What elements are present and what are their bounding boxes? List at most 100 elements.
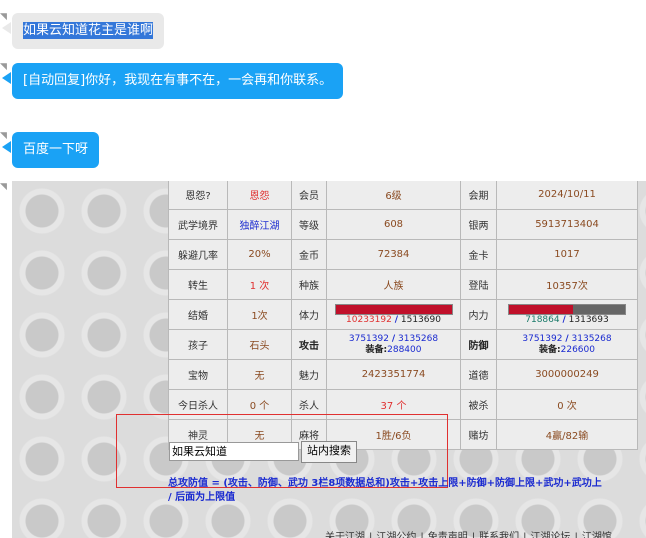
stat-value: 5913713404 <box>496 209 638 240</box>
chat-message-text: 百度一下呀 <box>23 142 89 157</box>
bubble-tail <box>2 141 11 153</box>
stat-label: 种族 <box>291 269 327 300</box>
shared-screenshot-image[interactable]: 恩怨? 恩怨 会员 6级 会期 2024/10/11 武学境界 独醉江湖 等级 608 银两 5913… <box>12 181 646 538</box>
chat-message-text: [自动回复]你好，我现在有事不在，一会再和你联系。 <box>23 73 333 88</box>
footer-separator: | <box>369 532 373 538</box>
attack-max: 3135268 <box>398 333 439 344</box>
stat-value: 10357次 <box>496 269 638 300</box>
bubble-tail <box>2 22 11 34</box>
attack-label: 攻击 <box>291 329 327 360</box>
stat-value: 2024/10/11 <box>496 181 638 210</box>
mp-max: 1313693 <box>568 314 609 325</box>
stat-value: 2423351774 <box>326 359 461 390</box>
mp-separator: / <box>562 314 566 325</box>
footer-link[interactable]: 关于江湖 <box>325 532 365 538</box>
stat-value: 1017 <box>496 239 638 270</box>
footer-separator: | <box>471 532 476 538</box>
table-row: 宝物无魅力 2423351774 道德 3000000249 <box>168 359 638 390</box>
table-row: 恩怨? 恩怨 会员 6级 会期 2024/10/11 <box>168 181 638 210</box>
hp-current: 10233192 <box>346 314 392 325</box>
mp-label: 内力 <box>460 299 497 330</box>
stat-label: 宝物 <box>168 359 228 390</box>
stat-value: 4赢/82输 <box>496 419 638 450</box>
formula-note: / 后面为上限值 <box>168 492 236 503</box>
stat-label: 银两 <box>460 209 497 240</box>
stat-value: 1 次 <box>227 269 292 300</box>
stat-label: 转生 <box>168 269 228 300</box>
footer-link[interactable]: 免责声明 <box>428 532 468 538</box>
site-search-button[interactable]: 站内搜索 <box>301 441 357 463</box>
mp-bar-empty <box>572 304 625 314</box>
formula-line: 总攻防值 = (攻击、防御、武功 3栏8项数据总和)攻击+攻击上限+防御+防御上… <box>168 478 602 489</box>
stat-label: 赌坊 <box>460 419 497 450</box>
footer-link[interactable]: 江湖论坛 <box>531 532 571 538</box>
stat-value: 无 <box>227 359 292 390</box>
chat-message-bubble[interactable]: 百度一下呀 <box>12 132 100 168</box>
bubble-tail <box>2 72 11 84</box>
stat-value: 恩怨 <box>227 181 292 210</box>
stat-label: 等级 <box>291 209 327 240</box>
stat-label: 躲避几率 <box>168 239 228 270</box>
stat-label: 魅力 <box>291 359 327 390</box>
attack-separator: / <box>391 333 396 344</box>
stat-value: 20% <box>227 239 292 270</box>
chat-message-bubble[interactable]: 如果云知道花主是谁啊 <box>12 13 165 49</box>
table-row: 孩子 石头 攻击 3751392 / 3135268 装备:288400 防御 … <box>168 329 638 360</box>
child-label: 孩子 <box>168 329 228 360</box>
stat-label: 会期 <box>460 181 497 210</box>
chat-message-bubble[interactable]: [自动回复]你好，我现在有事不在，一会再和你联系。 <box>12 63 344 99</box>
child-value: 石头 <box>227 329 292 360</box>
formula-text: 总攻防值 = (攻击、防御、武功 3栏8项数据总和)攻击+攻击上限+防御+防御上… <box>168 477 646 505</box>
footer-separator: | <box>523 532 527 538</box>
footer-separator: | <box>574 532 578 538</box>
footer-link[interactable]: 联系我们 <box>479 532 519 538</box>
hp-separator: / <box>394 314 398 325</box>
attack-equip-label: 装备: <box>365 344 388 355</box>
footer-separator: | <box>420 532 424 538</box>
mp-cell: 718864 / 1313693 <box>496 299 638 330</box>
stat-label: 金卡 <box>460 239 497 270</box>
stat-label: 被杀 <box>460 389 497 420</box>
stat-label: 武学境界 <box>168 209 228 240</box>
defense-equip-value: 226600 <box>560 344 595 355</box>
stat-value: 人族 <box>326 269 461 300</box>
chat-message-text: 如果云知道花主是谁啊 <box>23 22 154 39</box>
hp-cell: 10233192 / 1513690 <box>326 299 461 330</box>
marriage-label: 结婚 <box>168 299 228 330</box>
attack-equip-value: 288400 <box>387 344 422 355</box>
mp-bar <box>508 303 626 315</box>
attack-value: 3751392 <box>348 333 389 344</box>
defense-cell: 3751392 / 3135268 装备:226600 <box>496 329 638 360</box>
stat-label: 道德 <box>460 359 497 390</box>
mp-current: 718864 <box>525 314 560 325</box>
table-row: 转生 1 次种族 人族 登陆 10357次 <box>168 269 638 300</box>
hp-bar <box>334 303 453 315</box>
mp-bar-fill <box>509 304 573 314</box>
stat-label: 恩怨? <box>168 181 228 210</box>
footer-link[interactable]: 江湖馆 <box>582 532 612 538</box>
character-stats-table: 恩怨? 恩怨 会员 6级 会期 2024/10/11 武学境界 独醉江湖 等级 608 银两 5913… <box>168 181 638 450</box>
defense-label: 防御 <box>460 329 497 360</box>
footer-links: 关于江湖 | 江湖公约 | 免责声明 | 联系我们 | 江湖论坛 | 江湖馆 <box>325 528 616 538</box>
marriage-value: 1次 <box>227 299 292 330</box>
stat-value: 3000000249 <box>496 359 638 390</box>
stat-value: 608 <box>326 209 461 240</box>
stat-label: 会员 <box>291 181 327 210</box>
chat-tick-icon: ◥ <box>0 182 7 192</box>
stat-value: 6级 <box>326 181 461 210</box>
hp-max: 1513690 <box>400 314 441 325</box>
defense-max: 3135268 <box>571 333 612 344</box>
chat-tick-icon: ◥ <box>0 62 7 72</box>
chat-tick-icon: ◥ <box>0 131 7 141</box>
table-row: 武学境界 独醉江湖 等级 608 银两 5913713404 <box>168 209 638 240</box>
table-row: 躲避几率 20% 金币 72384 金卡 1017 <box>168 239 638 270</box>
stat-label: 登陆 <box>460 269 497 300</box>
attack-cell: 3751392 / 3135268 装备:288400 <box>326 329 461 360</box>
footer-link[interactable]: 江湖公约 <box>376 532 416 538</box>
table-row: 结婚 1次 体力 10233192 / 1513690 内力 718864 / … <box>168 299 638 330</box>
stat-value: 0 次 <box>496 389 638 420</box>
hp-label: 体力 <box>291 299 327 330</box>
hp-bar-fill <box>335 304 452 314</box>
site-search-input[interactable]: 如果云知道 <box>169 442 299 461</box>
defense-separator: / <box>565 333 569 344</box>
